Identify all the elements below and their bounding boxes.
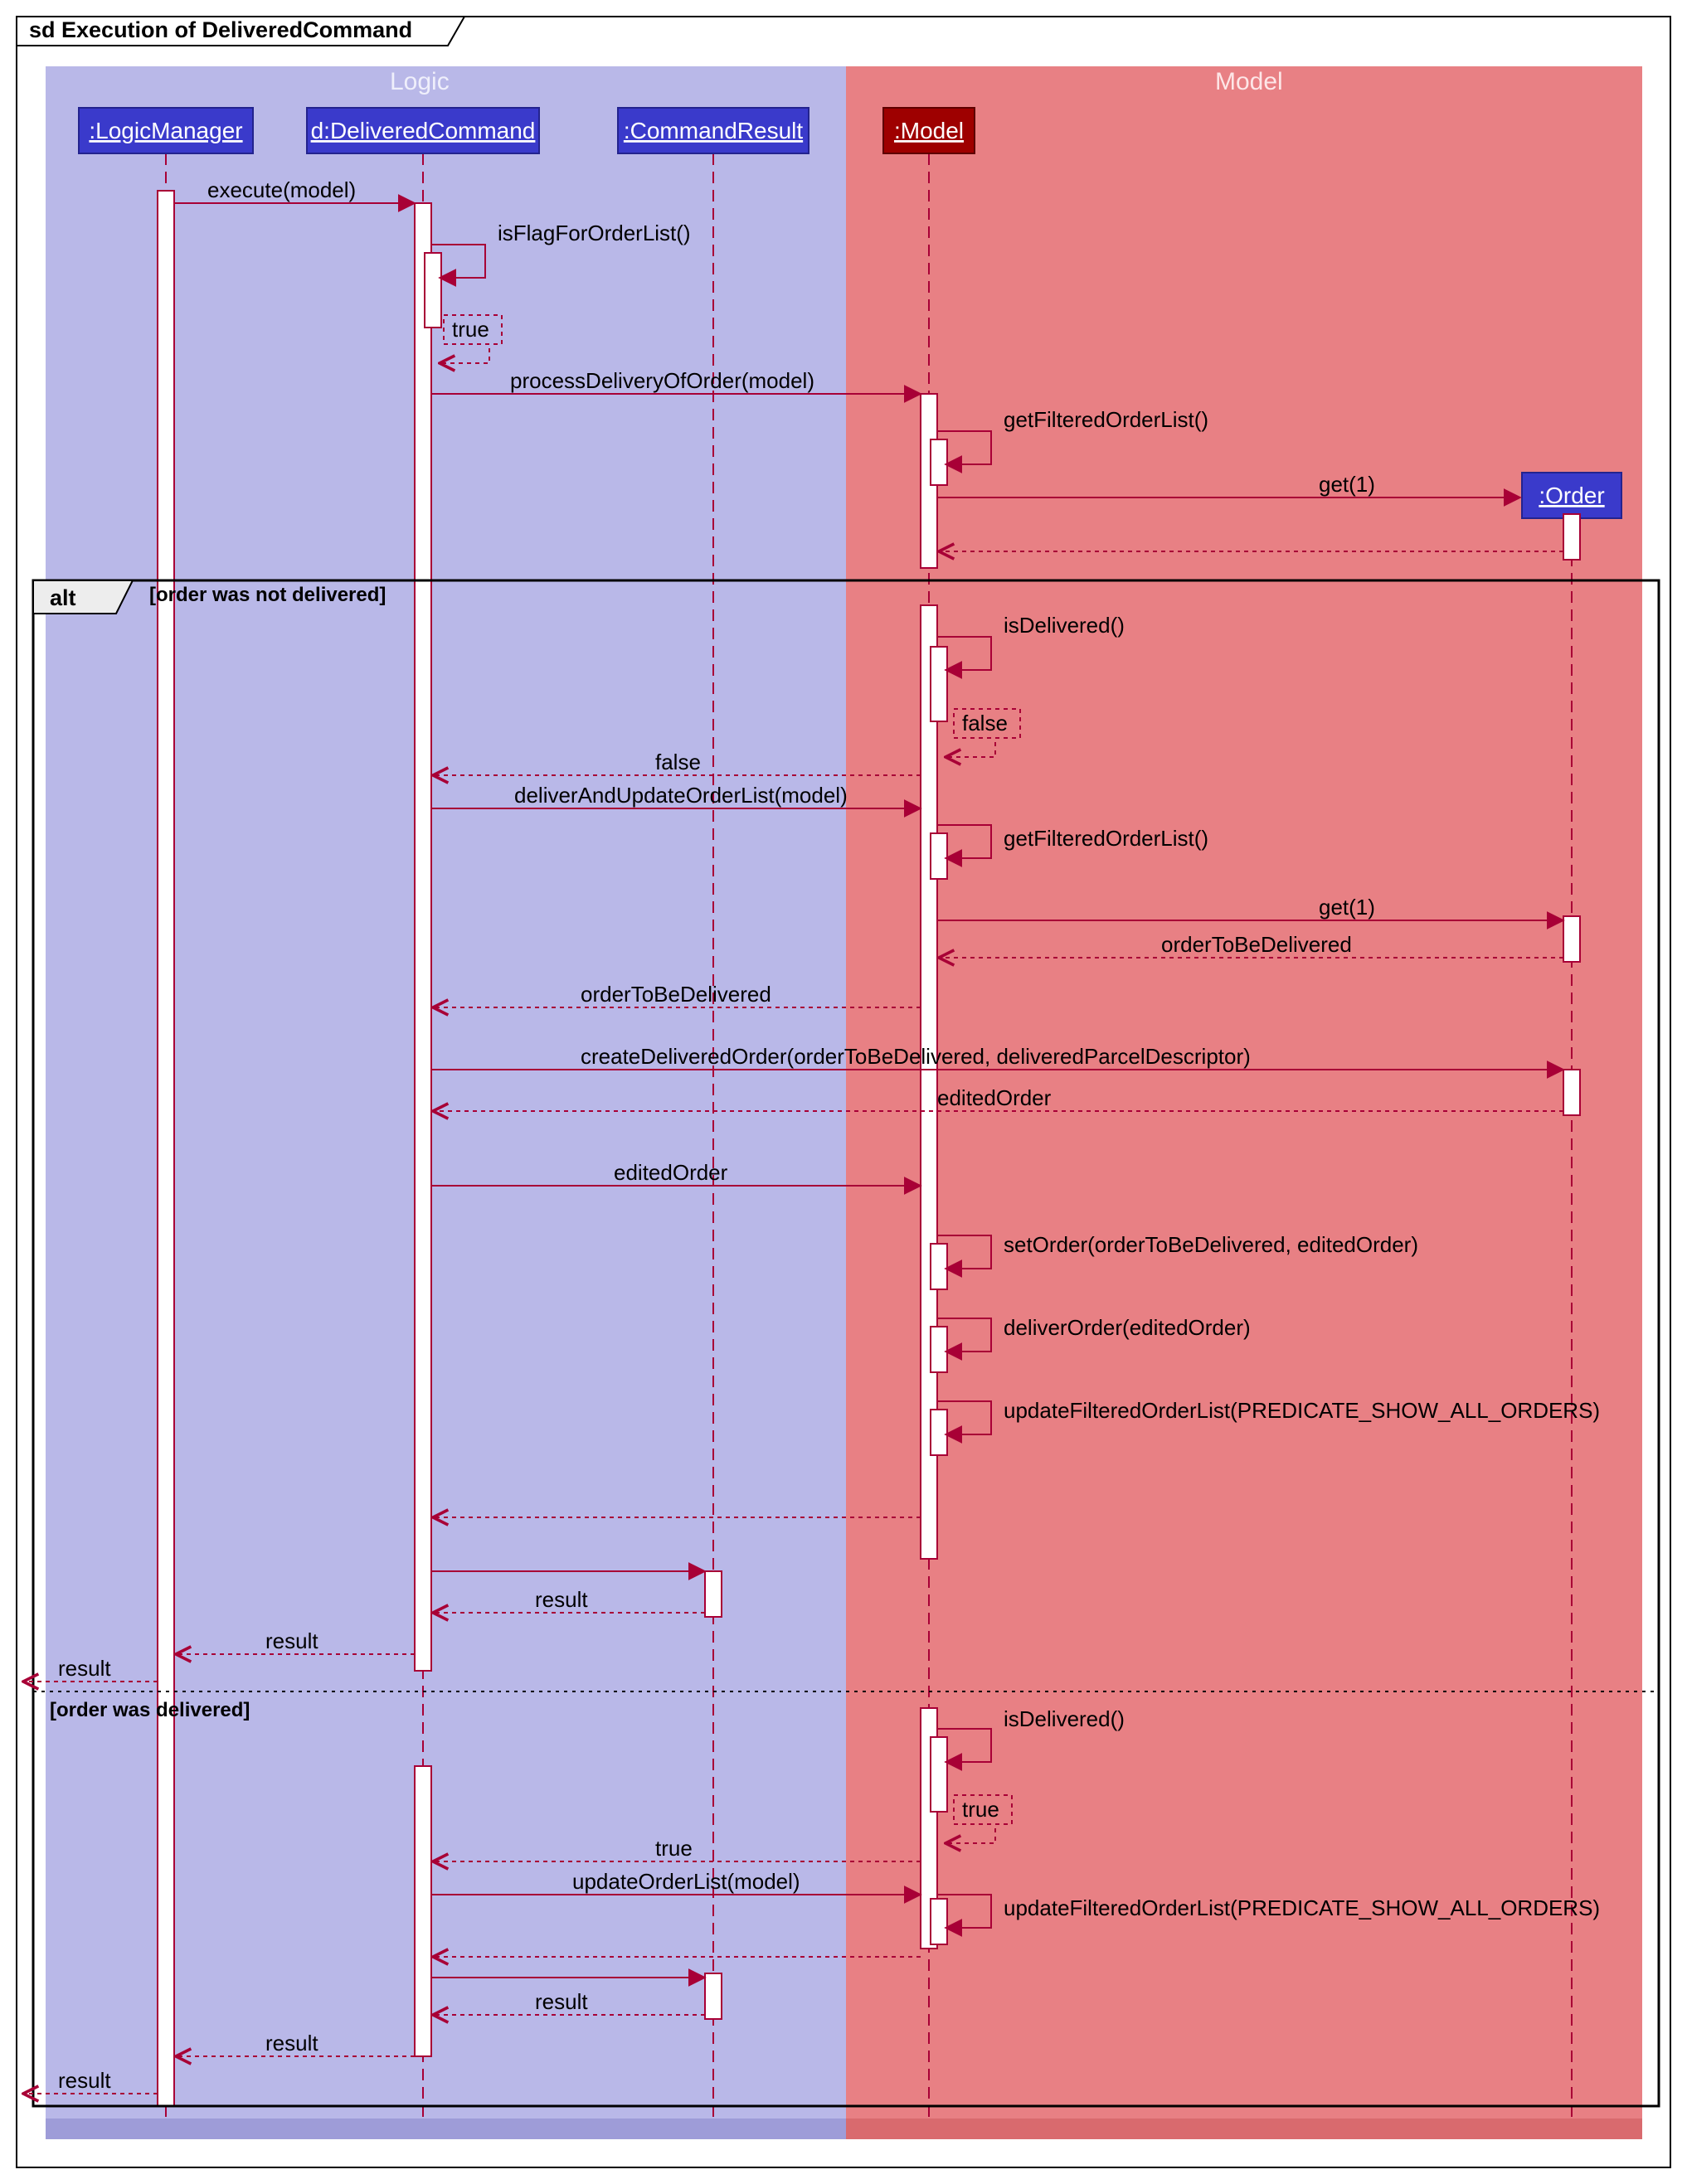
- model-region-label: Model: [1215, 68, 1283, 95]
- msg-get1: get(1): [1319, 472, 1375, 497]
- alt-guard-2: [order was delivered]: [50, 1699, 250, 1721]
- msg-isDelivered1: isDelivered(): [1004, 613, 1125, 638]
- msg-result1: result: [535, 1587, 588, 1612]
- msg-get2: get(1): [1319, 895, 1375, 920]
- msg-isDelivered2: isDelivered(): [1004, 1706, 1125, 1731]
- p-logicmanager: :LogicManager: [89, 118, 242, 143]
- msg-getFiltered1: getFilteredOrderList(): [1004, 407, 1208, 432]
- msg-false-self: false: [962, 711, 1008, 735]
- msg-editedOrder2: editedOrder: [614, 1160, 728, 1185]
- msg-execute: execute(model): [207, 177, 356, 202]
- msg-false-ret: false: [655, 750, 701, 774]
- msg-isFlag: isFlagForOrderList(): [498, 221, 691, 245]
- msg-updFiltered2: updateFilteredOrderList(PREDICATE_SHOW_A…: [1004, 1895, 1600, 1920]
- msg-setOrder: setOrder(orderToBeDelivered, editedOrder…: [1004, 1232, 1418, 1257]
- msg-createDelivered: createDeliveredOrder(orderToBeDelivered,…: [581, 1044, 1251, 1069]
- msg-result3: result: [58, 1656, 111, 1681]
- msg-updateOrderList: updateOrderList(model): [572, 1869, 800, 1894]
- logic-region-label: Logic: [390, 68, 450, 95]
- msg-updFiltered1: updateFilteredOrderList(PREDICATE_SHOW_A…: [1004, 1398, 1600, 1423]
- p-deliveredcommand: d:DeliveredCommand: [311, 118, 536, 143]
- sequence-diagram: sd Execution of DeliveredCommand Logic M…: [0, 0, 1687, 2184]
- msg-getFiltered2: getFilteredOrderList(): [1004, 826, 1208, 851]
- msg-editedOrder1: editedOrder: [937, 1085, 1052, 1110]
- msg-result6: result: [58, 2068, 111, 2093]
- msg-result5: result: [265, 2031, 318, 2055]
- p-model: :Model: [894, 118, 964, 143]
- msg-otbd1: orderToBeDelivered: [1161, 932, 1352, 957]
- msg-true-ret: true: [655, 1836, 693, 1861]
- msg-true1: true: [452, 317, 489, 342]
- msg-deliverOrder: deliverOrder(editedOrder): [1004, 1315, 1251, 1340]
- msg-deliverUpdate: deliverAndUpdateOrderList(model): [514, 783, 848, 808]
- alt-label: alt: [50, 585, 76, 610]
- frame-title: sd Execution of DeliveredCommand: [29, 17, 412, 42]
- msg-true-self: true: [962, 1797, 999, 1822]
- msg-otbd2: orderToBeDelivered: [581, 982, 771, 1007]
- msg-processDelivery: processDeliveryOfOrder(model): [510, 368, 814, 393]
- msg-result4: result: [535, 1989, 588, 2014]
- alt-guard-1: [order was not delivered]: [149, 584, 386, 606]
- p-order: :Order: [1539, 483, 1604, 508]
- msg-result2: result: [265, 1628, 318, 1653]
- p-commandresult: :CommandResult: [624, 118, 804, 143]
